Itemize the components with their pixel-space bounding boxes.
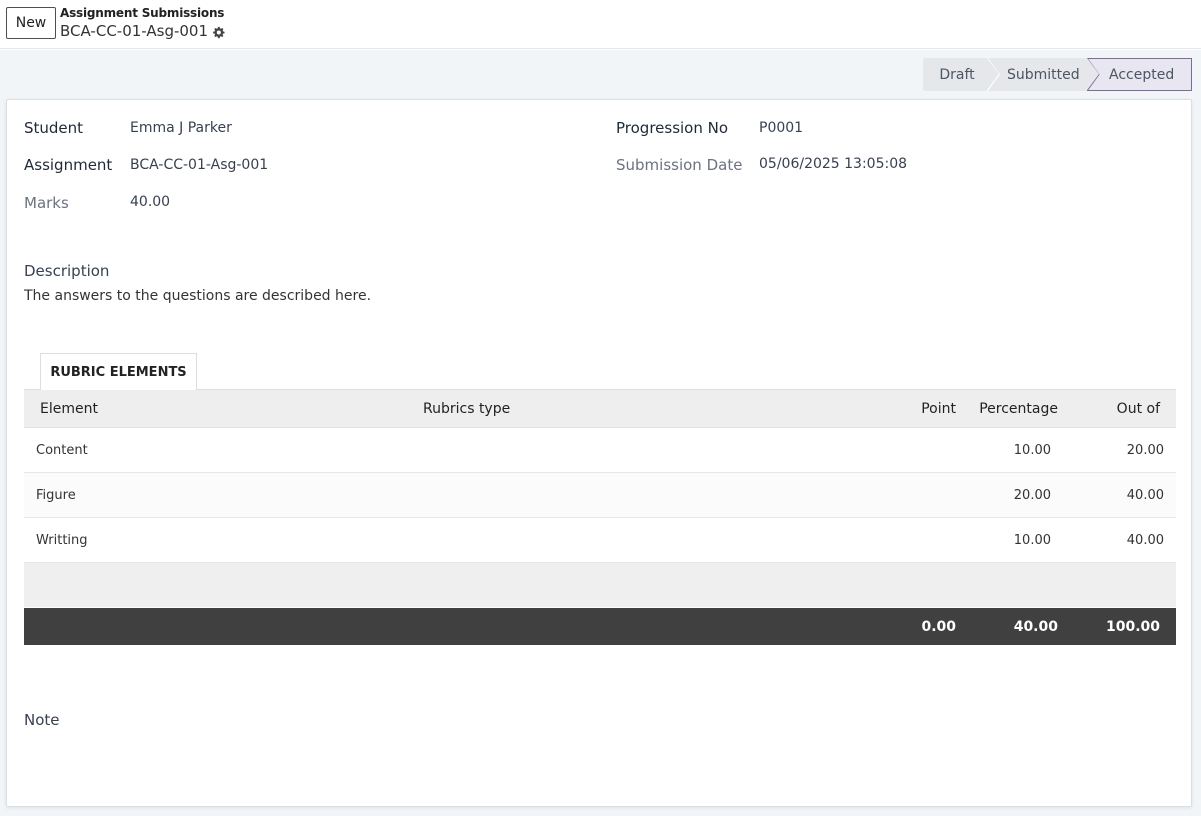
- cell-percentage: 10.00: [1013, 442, 1051, 458]
- progression-field: P0001: [759, 120, 804, 136]
- student-label: Student: [24, 119, 84, 137]
- cell-element: Content: [36, 442, 88, 458]
- marks-label: Marks: [24, 194, 69, 212]
- note-label: Note: [24, 711, 60, 729]
- column-header-rubrics-type[interactable]: Rubrics type: [423, 390, 510, 427]
- stage-label: Accepted: [1109, 66, 1175, 83]
- total-point: 0.00: [921, 618, 956, 635]
- description-field[interactable]: The answers to the questions are describ…: [24, 288, 371, 304]
- submission-date-field: 05/06/2025 13:05:08: [759, 156, 908, 172]
- total-out-of: 100.00: [1105, 618, 1160, 635]
- cell-out-of: 40.00: [1126, 532, 1164, 548]
- progression-label: Progression No: [616, 119, 729, 137]
- submission-date-label: Submission Date: [616, 156, 743, 174]
- gear-icon[interactable]: [212, 25, 225, 38]
- table-row[interactable]: Figure 20.00 40.00: [24, 473, 1176, 518]
- table-row[interactable]: Writting 10.00 40.00: [24, 518, 1176, 563]
- column-header-percentage[interactable]: Percentage: [979, 390, 1058, 427]
- assignment-label: Assignment: [24, 156, 113, 174]
- column-header-point[interactable]: Point: [921, 390, 956, 427]
- column-header-out-of[interactable]: Out of: [1117, 390, 1160, 427]
- stage-accepted[interactable]: Accepted: [1087, 58, 1192, 91]
- stage-label: Draft: [939, 66, 975, 83]
- tab-rubric-elements[interactable]: RUBRIC ELEMENTS: [40, 353, 197, 390]
- assignment-field[interactable]: BCA-CC-01-Asg-001: [130, 157, 268, 173]
- stage-draft[interactable]: Draft: [923, 58, 1000, 91]
- description-label: Description: [24, 262, 110, 280]
- breadcrumb-current: BCA-CC-01-Asg-001: [60, 22, 225, 40]
- new-button[interactable]: New: [6, 7, 56, 39]
- column-header-element[interactable]: Element: [40, 390, 98, 427]
- cell-out-of: 40.00: [1126, 487, 1164, 503]
- cell-element: Writting: [36, 532, 88, 548]
- table-footer-totals: 0.00 40.00 100.00: [24, 608, 1176, 645]
- cell-element: Figure: [36, 487, 76, 503]
- cell-percentage: 10.00: [1013, 532, 1051, 548]
- breadcrumb-parent-link[interactable]: Assignment Submissions: [60, 6, 224, 20]
- form-sheet: Student Emma J Parker Assignment BCA-CC-…: [6, 99, 1192, 807]
- total-percentage: 40.00: [1013, 618, 1058, 635]
- stage-submitted[interactable]: Submitted: [987, 58, 1100, 91]
- table-empty-row: [24, 563, 1176, 607]
- control-panel: New Assignment Submissions BCA-CC-01-Asg…: [0, 0, 1201, 49]
- table-header: Element Rubrics type Point Percentage Ou…: [24, 390, 1176, 428]
- cell-out-of: 20.00: [1126, 442, 1164, 458]
- stage-label: Submitted: [1007, 66, 1080, 83]
- rubric-elements-table: Element Rubrics type Point Percentage Ou…: [24, 390, 1176, 645]
- record-name: BCA-CC-01-Asg-001: [60, 22, 209, 40]
- table-row[interactable]: Content 10.00 20.00: [24, 428, 1176, 473]
- cell-percentage: 20.00: [1013, 487, 1051, 503]
- marks-field: 40.00: [130, 194, 171, 210]
- student-field[interactable]: Emma J Parker: [130, 120, 232, 136]
- status-bar: Draft Submitted Accepted: [923, 58, 1192, 91]
